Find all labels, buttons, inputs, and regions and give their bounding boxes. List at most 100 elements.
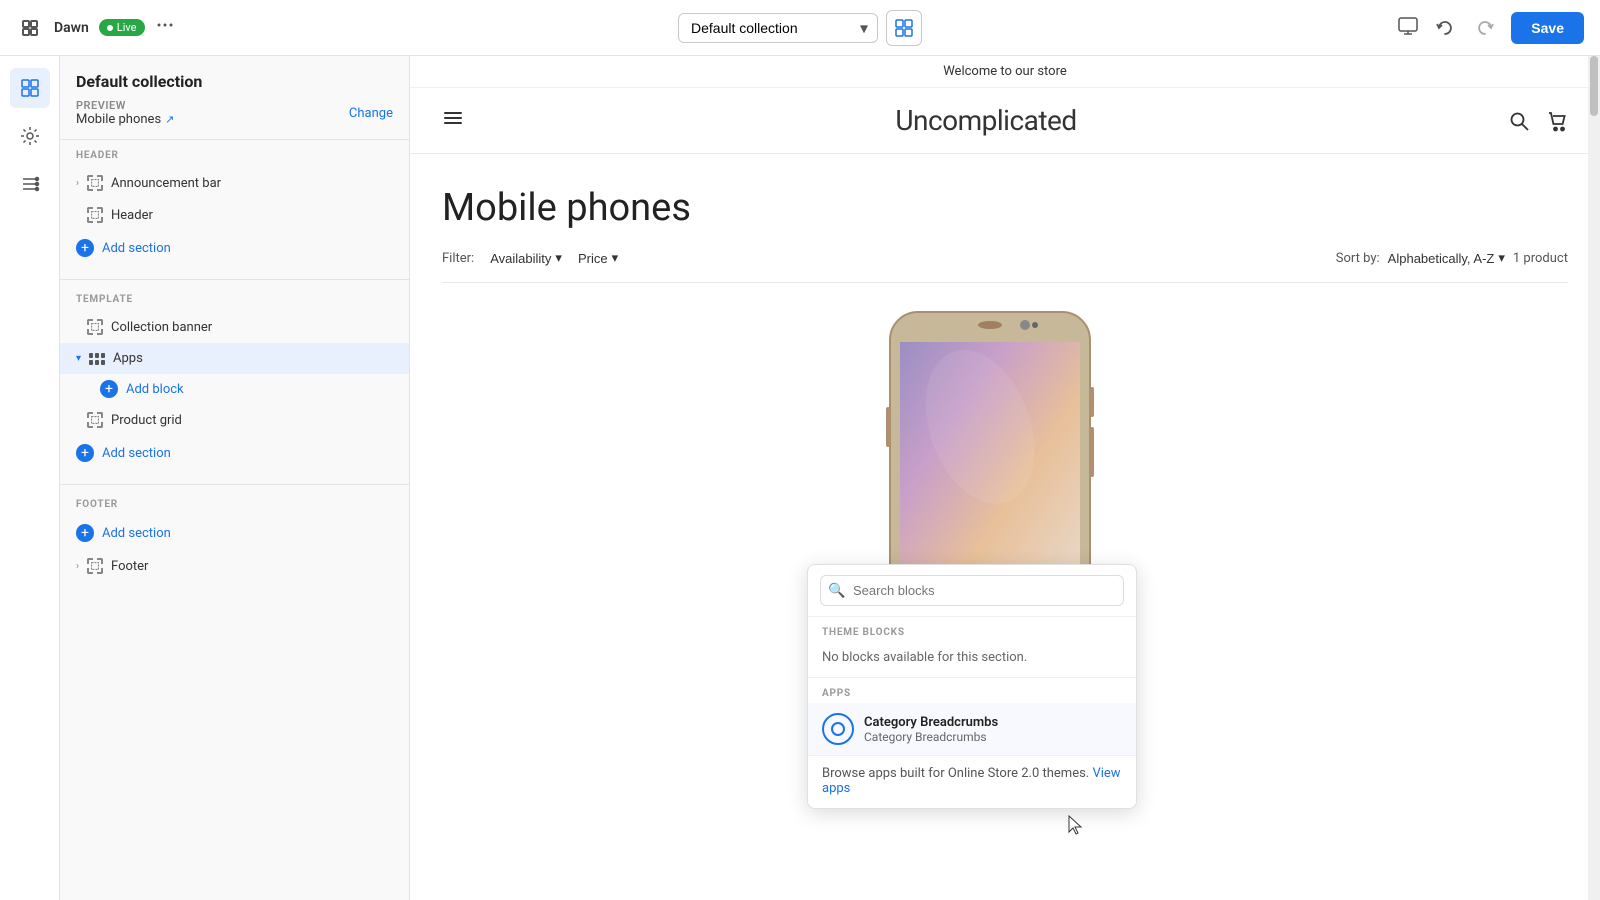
template-section-label: TEMPLATE: [60, 294, 409, 311]
header-section-label: HEADER: [60, 150, 409, 167]
add-section-template-plus-icon: +: [76, 444, 94, 462]
category-breadcrumbs-icon: [822, 713, 854, 745]
undo-button[interactable]: [1431, 14, 1459, 42]
collection-title: Mobile phones: [442, 186, 1568, 230]
redo-button[interactable]: [1471, 14, 1499, 42]
announcement-bar-icon: [87, 175, 103, 191]
nav-sections[interactable]: [10, 68, 50, 108]
filter-bar: Filter: Availability ▾ Price ▾ Sort by: …: [442, 250, 1568, 283]
section-divider-2: [60, 484, 409, 485]
nav-apps[interactable]: [10, 164, 50, 204]
add-section-footer-plus-icon: +: [76, 524, 94, 542]
no-blocks-text: No blocks available for this section.: [808, 642, 1136, 677]
product-grid-label: Product grid: [111, 413, 182, 428]
sort-chevron: ▾: [1498, 250, 1505, 266]
cart-icon[interactable]: [1546, 110, 1568, 132]
announcement-bar-preview: Welcome to our store: [410, 56, 1600, 88]
app-item-name: Category Breadcrumbs: [864, 715, 998, 730]
add-section-footer-button[interactable]: + Add section: [60, 516, 409, 550]
apps-chevron-icon: ▾: [76, 353, 81, 364]
sidebar-item-apps[interactable]: ▾ Apps: [60, 343, 409, 374]
category-breadcrumbs-item[interactable]: Category Breadcrumbs Category Breadcrumb…: [808, 703, 1136, 755]
sidebar-item-product-grid[interactable]: › Product grid: [60, 404, 409, 436]
apps-label: Apps: [113, 351, 143, 366]
announcement-bar-label: Announcement bar: [111, 176, 221, 191]
price-filter[interactable]: Price ▾: [578, 250, 618, 266]
sidebar-item-footer[interactable]: › Footer: [60, 550, 409, 582]
save-button[interactable]: Save: [1511, 12, 1584, 44]
product-count: 1 product: [1513, 251, 1568, 266]
add-section-plus-icon: +: [76, 239, 94, 257]
availability-filter[interactable]: Availability ▾: [490, 250, 562, 266]
scrollbar-thumb: [1590, 56, 1598, 116]
sidebar-header-section: HEADER › Announcement bar › Header: [60, 140, 409, 275]
search-blocks-input[interactable]: [820, 575, 1124, 606]
sort-area: Sort by: Alphabetically, A-Z ▾ 1 product: [1336, 250, 1568, 266]
sidebar-item-header[interactable]: › Header: [60, 199, 409, 231]
store-brand-label: Uncomplicated: [895, 104, 1076, 137]
price-chevron: ▾: [612, 250, 619, 266]
topbar-right: Save: [934, 12, 1584, 44]
store-header-preview: Uncomplicated: [410, 88, 1600, 154]
icon-nav: [0, 56, 60, 900]
collection-banner-label: Collection banner: [111, 320, 212, 335]
add-block-button[interactable]: + Add block: [60, 374, 409, 404]
add-section-footer-label: Add section: [102, 526, 171, 541]
product-grid-icon: [87, 412, 103, 428]
filter-label: Filter:: [442, 251, 474, 266]
sidebar: Default collection PREVIEW Mobile phones…: [60, 56, 410, 900]
collection-select-wrapper[interactable]: Default collection: [678, 13, 878, 43]
live-label: Live: [117, 21, 137, 34]
add-section-template-button[interactable]: + Add section: [60, 436, 409, 470]
sidebar-footer-section: FOOTER + Add section › Footer: [60, 489, 409, 592]
add-block-popup: 🔍 THEME BLOCKS No blocks available for t…: [807, 564, 1137, 809]
header-label: Header: [111, 208, 153, 223]
change-preview-button[interactable]: Change: [349, 106, 393, 121]
apps-section-label: APPS: [808, 677, 1136, 703]
grid-select-button[interactable]: [886, 10, 922, 46]
add-block-label: Add block: [126, 382, 184, 397]
apps-grid-icon: [89, 353, 105, 365]
preview-value: Mobile phones ↗: [76, 112, 174, 127]
sidebar-title: Default collection: [76, 72, 393, 91]
sidebar-preview-row: PREVIEW Mobile phones ↗ Change: [76, 99, 393, 127]
browse-apps-row: Browse apps built for Online Store 2.0 t…: [808, 755, 1136, 808]
app-item-text: Category Breadcrumbs Category Breadcrumb…: [864, 715, 998, 744]
add-block-plus-icon: +: [100, 380, 118, 398]
live-dot: [107, 25, 113, 31]
add-section-header-button[interactable]: + Add section: [60, 231, 409, 265]
topbar-left: Dawn Live: [16, 14, 666, 42]
main-layout: Default collection PREVIEW Mobile phones…: [0, 56, 1600, 900]
store-actions: [1508, 110, 1568, 132]
back-icon[interactable]: [16, 14, 44, 42]
sidebar-item-collection-banner[interactable]: › Collection banner: [60, 311, 409, 343]
topbar-center: Default collection: [678, 10, 922, 46]
preview-label: PREVIEW: [76, 99, 174, 112]
more-options-button[interactable]: [155, 15, 175, 40]
sidebar-header: Default collection PREVIEW Mobile phones…: [60, 56, 409, 140]
external-link-icon: ↗: [165, 113, 174, 126]
sort-label: Sort by:: [1336, 251, 1380, 266]
availability-chevron: ▾: [555, 250, 562, 266]
hamburger-icon[interactable]: [442, 107, 464, 134]
monitor-button[interactable]: [1397, 15, 1419, 41]
nav-customize[interactable]: [10, 116, 50, 156]
live-badge: Live: [99, 19, 145, 36]
collection-select[interactable]: Default collection: [678, 13, 878, 43]
footer-icon: [87, 558, 103, 574]
search-icon[interactable]: [1508, 110, 1530, 132]
chevron-right-icon: ›: [76, 178, 79, 189]
footer-chevron-icon: ›: [76, 561, 79, 572]
footer-section-label: FOOTER: [60, 499, 409, 516]
header-icon: [87, 207, 103, 223]
announcement-text: Welcome to our store: [943, 64, 1067, 79]
preview-scrollbar[interactable]: [1588, 56, 1600, 900]
popup-search-wrapper: 🔍: [820, 575, 1124, 606]
popup-search-row: 🔍: [808, 565, 1136, 617]
sort-button[interactable]: Alphabetically, A-Z ▾: [1388, 250, 1505, 266]
app-item-sub: Category Breadcrumbs: [864, 730, 998, 744]
sidebar-item-announcement-bar[interactable]: › Announcement bar: [60, 167, 409, 199]
sidebar-template-section: TEMPLATE › Collection banner ▾: [60, 284, 409, 480]
browse-text: Browse apps built for Online Store 2.0 t…: [822, 766, 1089, 781]
section-divider-1: [60, 279, 409, 280]
